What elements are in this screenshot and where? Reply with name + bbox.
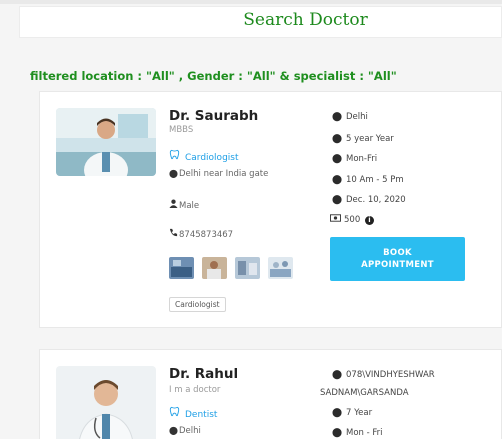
phone-icon (169, 228, 179, 239)
specialist-tag[interactable]: Cardiologist (169, 297, 226, 312)
specialist-label: Cardiologist (185, 153, 239, 163)
location-text-line2: SADNAM\GARSANDA (320, 388, 409, 398)
doctor-gender: Male (169, 199, 199, 211)
specialist-label: Dentist (185, 410, 218, 420)
map-pin-icon: ⬤ (332, 408, 343, 418)
date-text: Dec. 10, 2020 (346, 195, 406, 205)
info-experience: ⬤ 5 year Year (332, 134, 394, 144)
address-text: Delhi (179, 426, 201, 436)
hours-text: 10 Am - 5 Pm (346, 175, 404, 185)
address-text: Delhi near India gate (179, 169, 269, 179)
location-text: Delhi (346, 112, 368, 122)
gender-text: Male (179, 201, 200, 211)
info-location-cont: SADNAM\GARSANDA (320, 388, 409, 398)
info-experience: ⬤ 7 Year (332, 408, 372, 418)
map-pin-icon: ⬤ (332, 112, 343, 122)
map-pin-icon: ⬤ (332, 175, 343, 185)
experience-text: 7 Year (346, 408, 373, 418)
doctor-card: Dr. Saurabh MBBS Cardiologist ⬤Delhi nea… (39, 91, 502, 328)
fee-text: 500 (344, 215, 361, 225)
money-icon (330, 214, 344, 225)
info-icon[interactable]: i (364, 216, 374, 225)
map-pin-icon: ⬤ (332, 154, 343, 164)
doctor-name[interactable]: Dr. Saurabh (169, 108, 258, 124)
doctor-phone: 8745873467 (169, 228, 233, 240)
map-pin-icon: ⬤ (332, 370, 343, 380)
doctor-specialist[interactable]: Dentist (169, 406, 217, 420)
info-location: ⬤ 078\VINDHYESHWAR (332, 370, 435, 380)
info-hours: ⬤ 10 Am - 5 Pm (332, 175, 404, 185)
days-text: Mon - Fri (346, 428, 383, 438)
top-strip (0, 0, 502, 4)
doctor-address: ⬤Delhi near India gate (169, 169, 268, 179)
map-pin-icon: ⬤ (332, 428, 343, 438)
gallery-thumb[interactable] (169, 257, 194, 279)
tooth-icon (169, 149, 181, 163)
phone-text: 8745873467 (179, 230, 234, 240)
book-appointment-button[interactable]: BOOK APPOINTMENT (330, 237, 465, 281)
doctor-address: ⬤Delhi (169, 426, 201, 436)
days-text: Mon-Fri (346, 154, 378, 164)
doctor-name[interactable]: Dr. Rahul (169, 366, 238, 382)
doctor-photo[interactable] (56, 108, 156, 176)
book-label-line1: BOOK (383, 248, 412, 258)
info-days: ⬤ Mon - Fri (332, 428, 383, 438)
gallery-thumb[interactable] (268, 257, 293, 279)
gallery-thumb[interactable] (235, 257, 260, 279)
tooth-icon (169, 406, 181, 420)
user-icon (169, 199, 179, 210)
info-date: ⬤ Dec. 10, 2020 (332, 195, 406, 205)
search-header: Search Doctor (19, 6, 502, 38)
experience-text: 5 year Year (346, 134, 394, 144)
page-title: Search Doctor (243, 10, 368, 30)
clinic-gallery (169, 257, 293, 279)
map-pin-icon: ⬤ (169, 169, 178, 178)
info-location: ⬤ Delhi (332, 112, 368, 122)
info-fee: 500 i (330, 214, 374, 225)
location-text-line1: 078\VINDHYESHWAR (346, 370, 435, 380)
doctor-card: Dr. Rahul I m a doctor Dentist ⬤Delhi ⬤ 0… (39, 349, 502, 439)
doctor-specialist[interactable]: Cardiologist (169, 149, 239, 163)
map-pin-icon: ⬤ (332, 134, 343, 144)
doctor-qualification: I m a doctor (169, 385, 221, 395)
map-pin-icon: ⬤ (169, 426, 178, 435)
map-pin-icon: ⬤ (332, 195, 343, 205)
doctor-qualification: MBBS (169, 125, 194, 135)
info-days: ⬤ Mon-Fri (332, 154, 377, 164)
book-label-line2: APPOINTMENT (361, 260, 434, 270)
filter-summary: filtered location : "All" , Gender : "Al… (30, 69, 397, 83)
doctor-photo[interactable] (56, 366, 156, 439)
gallery-thumb[interactable] (202, 257, 227, 279)
